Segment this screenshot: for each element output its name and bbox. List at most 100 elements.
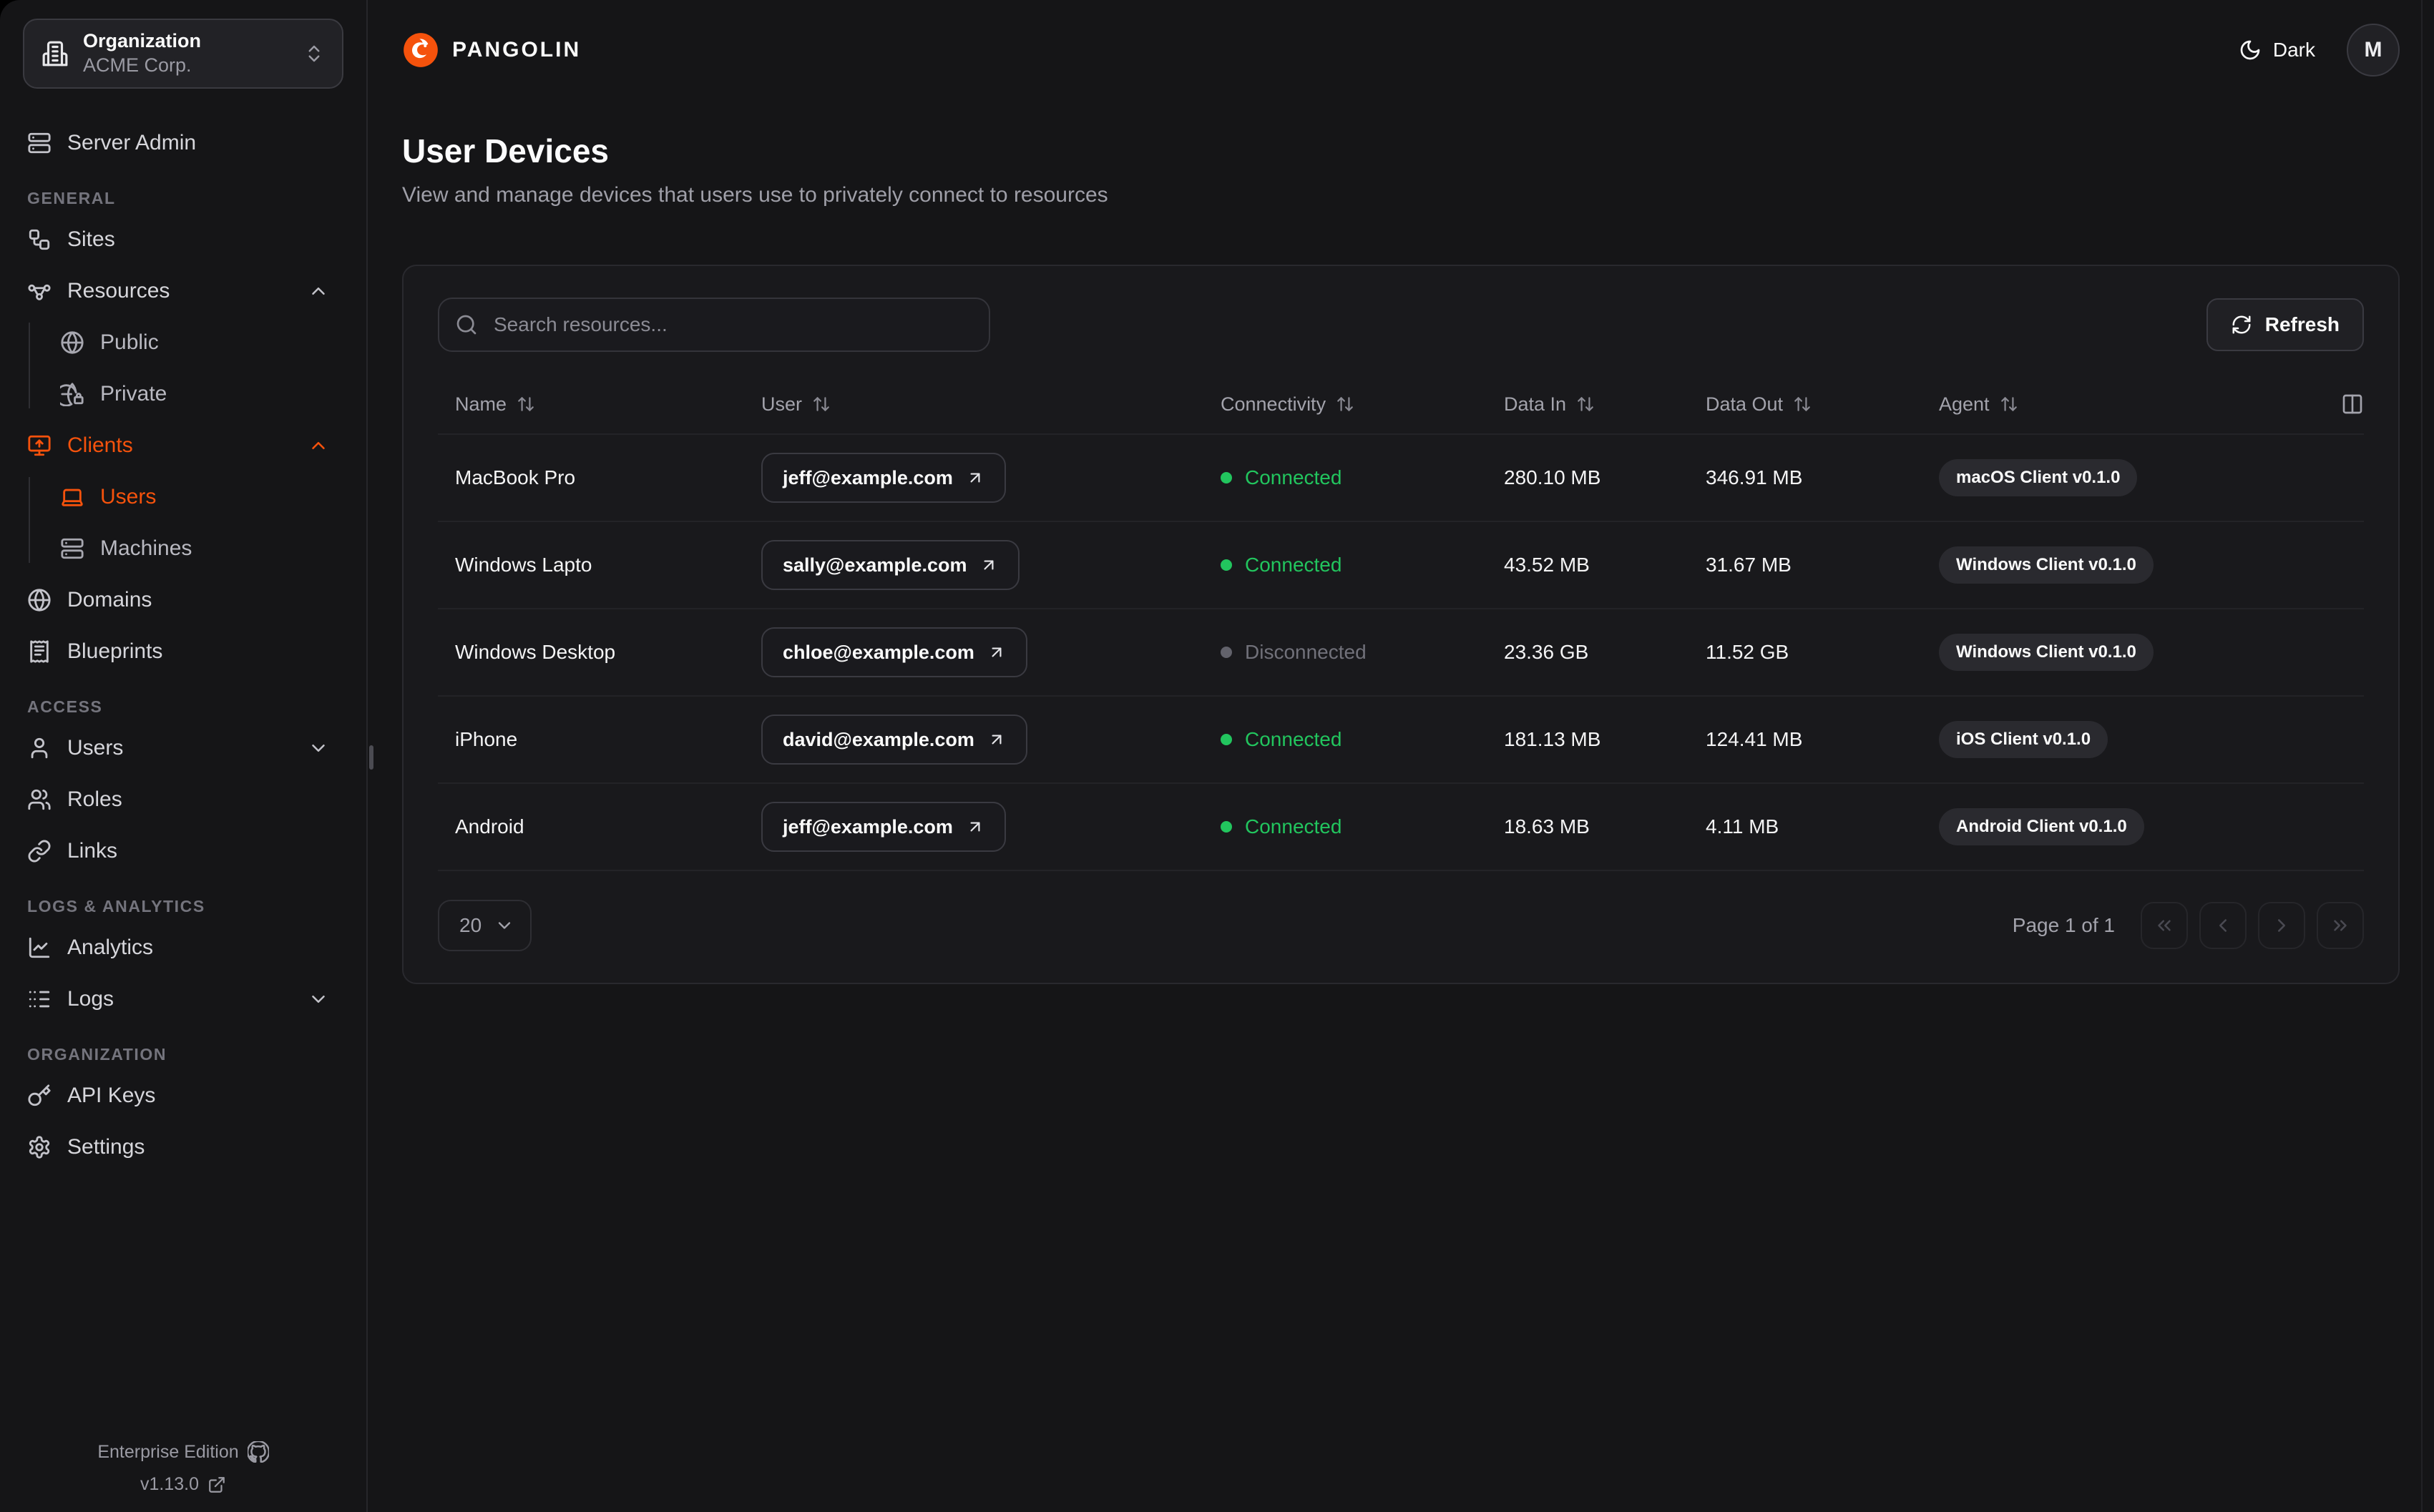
sidebar-footer: Enterprise Edition v1.13.0 bbox=[0, 1441, 366, 1495]
agent-badge: Android Client v0.1.0 bbox=[1939, 808, 2144, 845]
data-out-value: 124.41 MB bbox=[1706, 728, 1803, 750]
building-icon bbox=[41, 40, 69, 67]
pagination-next-button[interactable] bbox=[2258, 902, 2305, 949]
sidebar-item-label: Clients bbox=[67, 433, 133, 457]
sidebar-item-clients[interactable]: Clients bbox=[23, 423, 343, 468]
sidebar-item-label: Sites bbox=[67, 227, 115, 251]
sidebar-section-access: ACCESS bbox=[27, 697, 103, 716]
sidebar-item-users[interactable]: Users bbox=[23, 725, 343, 771]
theme-label: Dark bbox=[2272, 39, 2315, 61]
github-icon[interactable] bbox=[248, 1441, 269, 1463]
arrow-up-right-icon bbox=[987, 730, 1006, 749]
sidebar-item-sites[interactable]: Sites bbox=[23, 217, 343, 262]
users-icon bbox=[27, 787, 52, 812]
table-header-row: Name User Connectivity Data In Data Out bbox=[438, 375, 2364, 435]
status-dot bbox=[1221, 821, 1232, 833]
user-icon bbox=[27, 736, 52, 760]
theme-toggle-button[interactable]: Dark bbox=[2239, 39, 2315, 62]
sidebar-item-machines[interactable]: Machines bbox=[23, 526, 343, 571]
sort-icon bbox=[812, 395, 831, 413]
pagination-first-button[interactable] bbox=[2141, 902, 2188, 949]
sidebar-item-label: API Keys bbox=[67, 1084, 156, 1107]
user-link-chip[interactable]: david@example.com bbox=[761, 715, 1027, 765]
device-name: Windows Desktop bbox=[455, 641, 616, 663]
sidebar-item-blueprints[interactable]: Blueprints bbox=[23, 629, 343, 674]
page-size-select[interactable]: 20 bbox=[438, 900, 532, 951]
sidebar-item-api-keys[interactable]: API Keys bbox=[23, 1073, 343, 1119]
refresh-icon bbox=[2231, 314, 2252, 335]
data-out-value: 346.91 MB bbox=[1706, 466, 1803, 489]
column-header-data-out[interactable]: Data Out bbox=[1706, 393, 1939, 416]
sidebar-item-public[interactable]: Public bbox=[23, 320, 343, 365]
sidebar-item-links[interactable]: Links bbox=[23, 828, 343, 874]
agent-badge: iOS Client v0.1.0 bbox=[1939, 721, 2108, 758]
avatar[interactable]: M bbox=[2347, 24, 2400, 77]
server-icon bbox=[27, 131, 52, 155]
organization-selector[interactable]: Organization ACME Corp. bbox=[23, 19, 343, 89]
page-title: User Devices bbox=[402, 132, 609, 170]
chevron-down-icon bbox=[494, 915, 514, 936]
chevron-down-icon bbox=[308, 737, 329, 759]
search-input[interactable] bbox=[438, 298, 990, 352]
sidebar-item-label: Blueprints bbox=[67, 639, 163, 663]
column-header-name[interactable]: Name bbox=[455, 393, 761, 416]
sidebar-item-label: Public bbox=[100, 330, 159, 354]
chevrons-up-down-icon bbox=[303, 43, 325, 64]
user-link-chip[interactable]: jeff@example.com bbox=[761, 802, 1006, 852]
device-name: Android bbox=[455, 815, 524, 838]
column-header-data-in[interactable]: Data In bbox=[1504, 393, 1706, 416]
moon-icon bbox=[2239, 39, 2262, 62]
arrow-up-right-icon bbox=[966, 468, 984, 487]
chart-line-icon bbox=[27, 936, 52, 960]
device-name: iPhone bbox=[455, 728, 518, 750]
main-content: PANGOLIN Dark M User Devices View and ma… bbox=[368, 0, 2434, 1512]
globe-lock-icon bbox=[60, 382, 84, 406]
sidebar-section-organization: ORGANIZATION bbox=[27, 1045, 167, 1064]
table-toolbar: Refresh bbox=[438, 298, 2364, 352]
column-header-user[interactable]: User bbox=[761, 393, 1221, 416]
user-link-chip[interactable]: chloe@example.com bbox=[761, 627, 1027, 677]
agent-badge: Windows Client v0.1.0 bbox=[1939, 634, 2154, 671]
connectivity-status: Connected bbox=[1221, 554, 1504, 576]
sidebar-item-resources[interactable]: Resources bbox=[23, 268, 343, 314]
sidebar-item-analytics[interactable]: Analytics bbox=[23, 925, 343, 971]
sidebar-item-roles[interactable]: Roles bbox=[23, 777, 343, 823]
data-in-value: 181.13 MB bbox=[1504, 728, 1601, 750]
waypoints-icon bbox=[27, 279, 52, 303]
top-bar: PANGOLIN Dark M bbox=[402, 0, 2400, 100]
page-subtitle: View and manage devices that users use t… bbox=[402, 183, 1108, 207]
sidebar-item-logs[interactable]: Logs bbox=[23, 976, 343, 1022]
external-link-icon[interactable] bbox=[207, 1476, 226, 1494]
user-link-chip[interactable]: jeff@example.com bbox=[761, 453, 1006, 503]
link-icon bbox=[27, 839, 52, 863]
key-icon bbox=[27, 1084, 52, 1108]
column-header-connectivity[interactable]: Connectivity bbox=[1221, 393, 1504, 416]
sidebar-item-label: Private bbox=[100, 382, 167, 406]
pagination-prev-button[interactable] bbox=[2199, 902, 2247, 949]
sidebar-item-settings[interactable]: Settings bbox=[23, 1124, 343, 1170]
sidebar-section-general: GENERAL bbox=[27, 189, 116, 207]
refresh-button[interactable]: Refresh bbox=[2206, 298, 2364, 351]
sidebar-item-client-users[interactable]: Users bbox=[23, 474, 343, 520]
org-selector-value: ACME Corp. bbox=[83, 54, 192, 76]
status-dot bbox=[1221, 559, 1232, 571]
sidebar-item-server-admin[interactable]: Server Admin bbox=[23, 120, 343, 166]
sort-icon bbox=[2000, 395, 2018, 413]
brand[interactable]: PANGOLIN bbox=[402, 31, 581, 69]
sidebar-item-label: Roles bbox=[67, 787, 122, 811]
pagination-last-button[interactable] bbox=[2317, 902, 2364, 949]
column-visibility-button[interactable] bbox=[2341, 393, 2364, 416]
sidebar-item-private[interactable]: Private bbox=[23, 371, 343, 417]
laptop-icon bbox=[60, 485, 84, 509]
sidebar-item-label: Resources bbox=[67, 279, 170, 303]
sidebar-item-domains[interactable]: Domains bbox=[23, 577, 343, 623]
user-link-chip[interactable]: sally@example.com bbox=[761, 540, 1020, 590]
status-dot bbox=[1221, 472, 1232, 483]
arrow-up-right-icon bbox=[966, 818, 984, 836]
page-indicator: Page 1 of 1 bbox=[2012, 914, 2115, 936]
sidebar: Organization ACME Corp. Server Admin GEN… bbox=[0, 0, 368, 1512]
device-name: MacBook Pro bbox=[455, 466, 576, 489]
device-name: Windows Lapto bbox=[455, 554, 592, 576]
sidebar-item-label: Users bbox=[100, 485, 157, 509]
column-header-agent[interactable]: Agent bbox=[1939, 393, 2364, 416]
